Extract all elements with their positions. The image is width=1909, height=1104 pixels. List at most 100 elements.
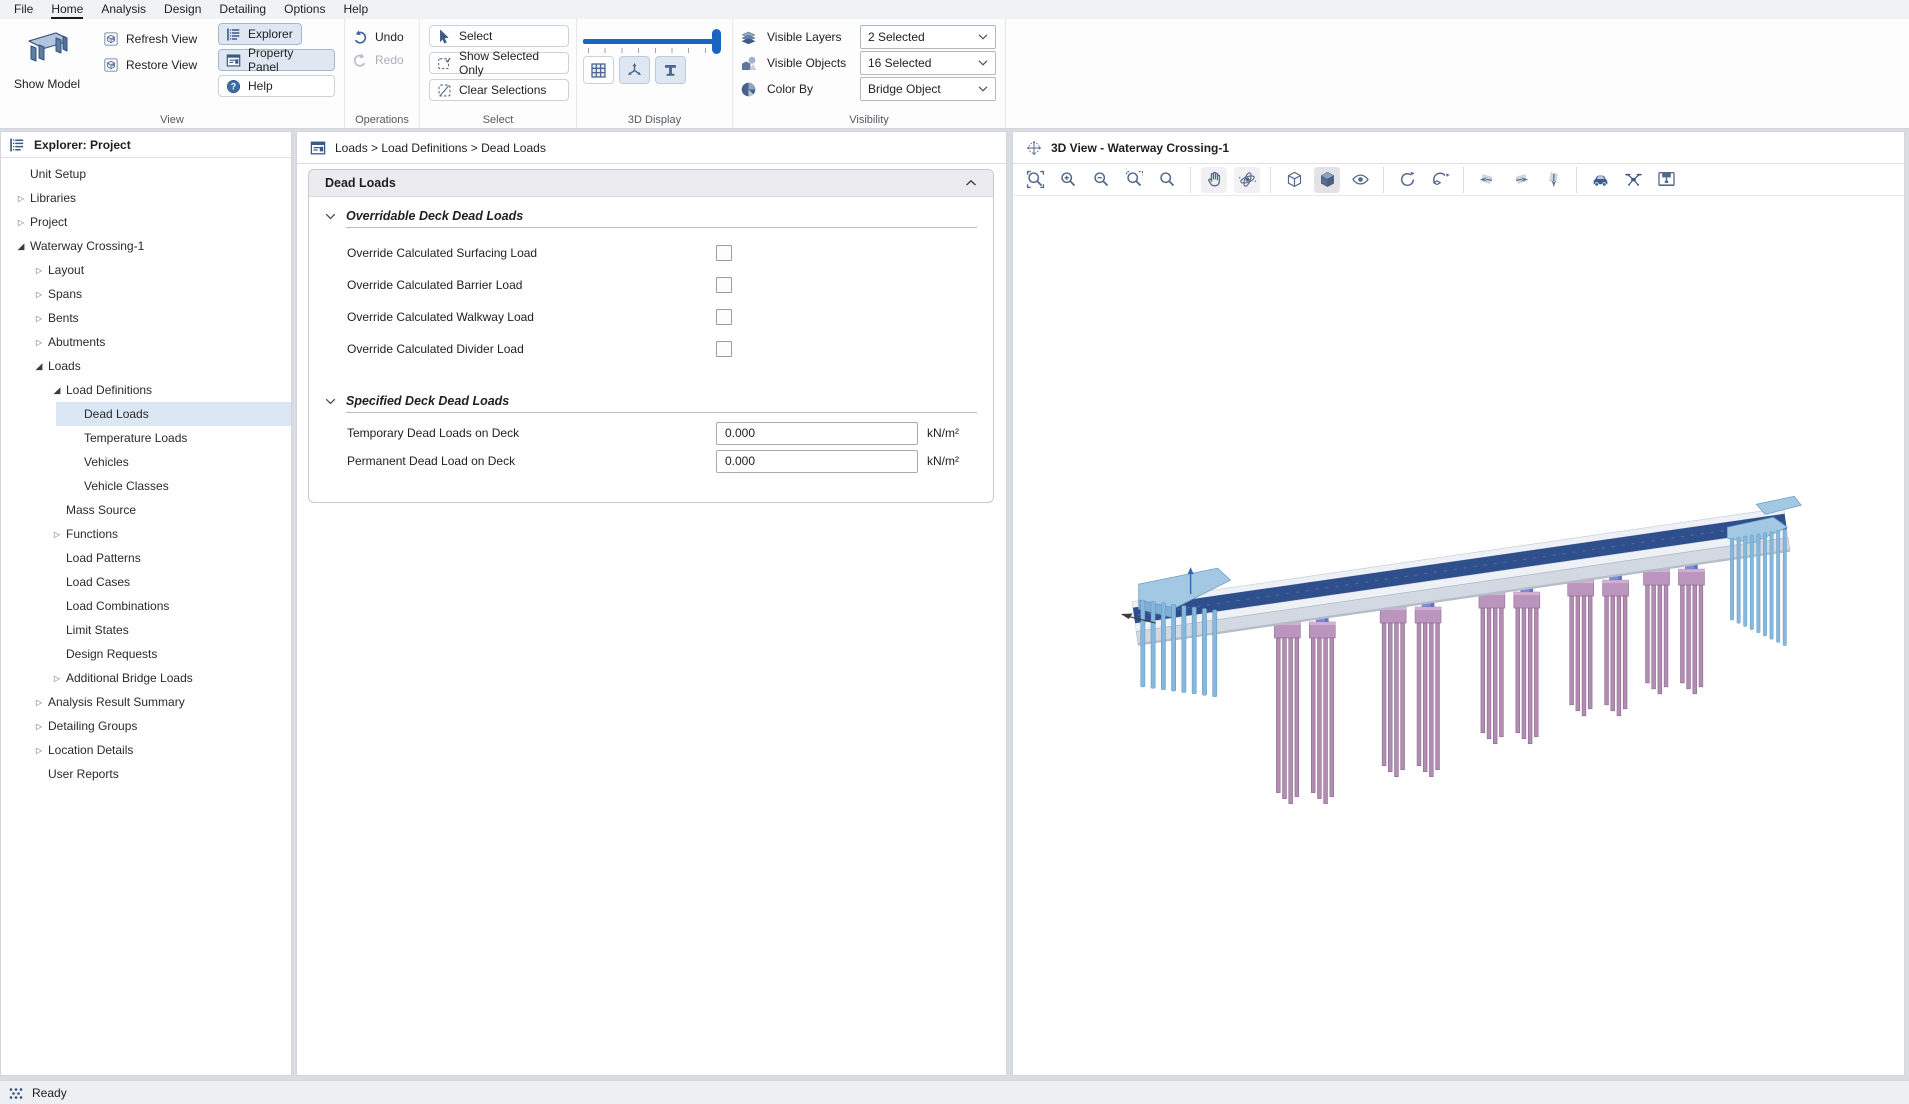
explorer-panel: Explorer: Project Unit Setup▷Libraries▷P… (0, 131, 292, 1076)
plotter-button[interactable] (1653, 167, 1679, 193)
tree-item-design-requests[interactable]: Design Requests (1, 642, 291, 666)
chevron-down-icon[interactable] (325, 213, 336, 220)
menu-file[interactable]: File (5, 0, 42, 19)
zoom-window-button[interactable] (1121, 167, 1147, 193)
car-button[interactable] (1587, 167, 1613, 193)
input-temporary-dead-loads-on-deck[interactable] (716, 422, 918, 445)
orbit-button[interactable] (1234, 167, 1260, 193)
arrow-down-plane-button[interactable] (1540, 167, 1566, 193)
tree-item-user-reports[interactable]: User Reports (1, 762, 291, 786)
tree-item-project[interactable]: ▷Project (1, 210, 291, 234)
section-header-overridable-deck-dead-loads[interactable]: Overridable Deck Dead Loads (325, 205, 977, 227)
zoom-in-button[interactable] (1055, 167, 1081, 193)
tree-item-analysis-result-summary[interactable]: ▷Analysis Result Summary (1, 690, 291, 714)
menu-options[interactable]: Options (275, 0, 334, 19)
tree-expander-icon[interactable]: ▷ (30, 338, 48, 347)
display-slider-handle[interactable] (712, 29, 721, 54)
tree-expander-icon[interactable]: ▷ (30, 266, 48, 275)
display-slider-track[interactable] (583, 39, 719, 44)
tree-expander-icon[interactable]: ◢ (12, 241, 30, 252)
refresh-view-button[interactable]: Refresh View (103, 31, 197, 47)
tree-item-detailing-groups[interactable]: ▷Detailing Groups (1, 714, 291, 738)
grid-toggle-button[interactable] (583, 56, 614, 84)
rotate-axis-button[interactable] (1427, 167, 1453, 193)
cube-wire-button[interactable] (1281, 167, 1307, 193)
checkbox-override-calculated-surfacing-load[interactable] (716, 245, 732, 261)
clear-selections-button[interactable]: Clear Selections (429, 79, 569, 101)
tree-item-load-patterns[interactable]: Load Patterns (1, 546, 291, 570)
tree-item-libraries[interactable]: ▷Libraries (1, 186, 291, 210)
restore-view-button[interactable]: Restore View (103, 57, 197, 73)
section-header-specified-deck-dead-loads[interactable]: Specified Deck Dead Loads (325, 390, 977, 412)
color-by-dropdown[interactable]: Bridge Object (860, 77, 996, 101)
menu-help[interactable]: Help (334, 0, 377, 19)
checkbox-override-calculated-walkway-load[interactable] (716, 309, 732, 325)
help-button[interactable]: ? Help (218, 75, 335, 97)
magnifier-icon (1158, 170, 1177, 189)
explorer-button[interactable]: Explorer (218, 23, 302, 45)
menu-analysis[interactable]: Analysis (92, 0, 155, 19)
tree-item-bents[interactable]: ▷Bents (1, 306, 291, 330)
hand-button[interactable] (1201, 167, 1227, 193)
card-header[interactable]: Dead Loads (309, 170, 993, 197)
magnifier-button[interactable] (1154, 167, 1180, 193)
zoom-extents-button[interactable] (1022, 167, 1048, 193)
tree-item-mass-source[interactable]: Mass Source (1, 498, 291, 522)
tree-item-layout[interactable]: ▷Layout (1, 258, 291, 282)
tree-expander-icon[interactable]: ▷ (30, 698, 48, 707)
tree-expander-icon[interactable]: ▷ (30, 290, 48, 299)
checkbox-override-calculated-divider-load[interactable] (716, 341, 732, 357)
menu-design[interactable]: Design (155, 0, 210, 19)
tree-item-waterway-crossing-1[interactable]: ◢Waterway Crossing-1 (1, 234, 291, 258)
tree-expander-icon[interactable]: ◢ (48, 385, 66, 396)
tree-expander-icon[interactable]: ▷ (12, 194, 30, 203)
tree-item-temperature-loads[interactable]: Temperature Loads (1, 426, 291, 450)
menu-detailing[interactable]: Detailing (210, 0, 275, 19)
tree-item-loads[interactable]: ◢Loads (1, 354, 291, 378)
property-panel-button[interactable]: Property Panel (218, 49, 335, 71)
eye-button[interactable] (1347, 167, 1373, 193)
undo-button[interactable]: Undo (352, 29, 404, 45)
rotate-cw-button[interactable] (1394, 167, 1420, 193)
redo-button[interactable]: Redo (352, 52, 404, 68)
visible-objects-dropdown[interactable]: 16 Selected (860, 51, 996, 75)
zoom-out-button[interactable] (1088, 167, 1114, 193)
tree-item-location-details[interactable]: ▷Location Details (1, 738, 291, 762)
menu-home[interactable]: Home (42, 0, 92, 19)
tree-expander-icon[interactable]: ▷ (12, 218, 30, 227)
arrow-right-plane-button[interactable] (1507, 167, 1533, 193)
3d-viewport[interactable] (1013, 197, 1904, 1075)
tree-expander-icon[interactable]: ▷ (30, 746, 48, 755)
tree-expander-icon[interactable]: ▷ (48, 530, 66, 539)
tree-item-unit-setup[interactable]: Unit Setup (1, 162, 291, 186)
tree-item-vehicles[interactable]: Vehicles (1, 450, 291, 474)
tree-item-functions[interactable]: ▷Functions (1, 522, 291, 546)
tree-expander-icon[interactable]: ▷ (48, 674, 66, 683)
collapse-card-icon[interactable] (965, 179, 977, 187)
tree-item-dead-loads[interactable]: Dead Loads (1, 402, 291, 426)
tree-item-spans[interactable]: ▷Spans (1, 282, 291, 306)
show-selected-only-button[interactable]: Show Selected Only (429, 52, 569, 74)
tree-item-load-combinations[interactable]: Load Combinations (1, 594, 291, 618)
arrow-left-plane-button[interactable] (1474, 167, 1500, 193)
extrude-toggle-button[interactable] (655, 56, 686, 84)
tree-item-load-definitions[interactable]: ◢Load Definitions (1, 378, 291, 402)
pie-icon (740, 81, 757, 98)
show-model-button[interactable]: Show Model (3, 22, 91, 112)
axes-toggle-button[interactable] (619, 56, 650, 84)
tree-item-abutments[interactable]: ▷Abutments (1, 330, 291, 354)
tree-item-vehicle-classes[interactable]: Vehicle Classes (1, 474, 291, 498)
cube-solid-button[interactable] (1314, 167, 1340, 193)
input-permanent-dead-load-on-deck[interactable] (716, 450, 918, 473)
checkbox-override-calculated-barrier-load[interactable] (716, 277, 732, 293)
select-button[interactable]: Select (429, 25, 569, 47)
drone-button[interactable] (1620, 167, 1646, 193)
tree-expander-icon[interactable]: ▷ (30, 722, 48, 731)
tree-item-load-cases[interactable]: Load Cases (1, 570, 291, 594)
tree-expander-icon[interactable]: ▷ (30, 314, 48, 323)
tree-item-additional-bridge-loads[interactable]: ▷Additional Bridge Loads (1, 666, 291, 690)
chevron-down-icon[interactable] (325, 398, 336, 405)
visible-layers-dropdown[interactable]: 2 Selected (860, 25, 996, 49)
tree-expander-icon[interactable]: ◢ (30, 361, 48, 372)
tree-item-limit-states[interactable]: Limit States (1, 618, 291, 642)
